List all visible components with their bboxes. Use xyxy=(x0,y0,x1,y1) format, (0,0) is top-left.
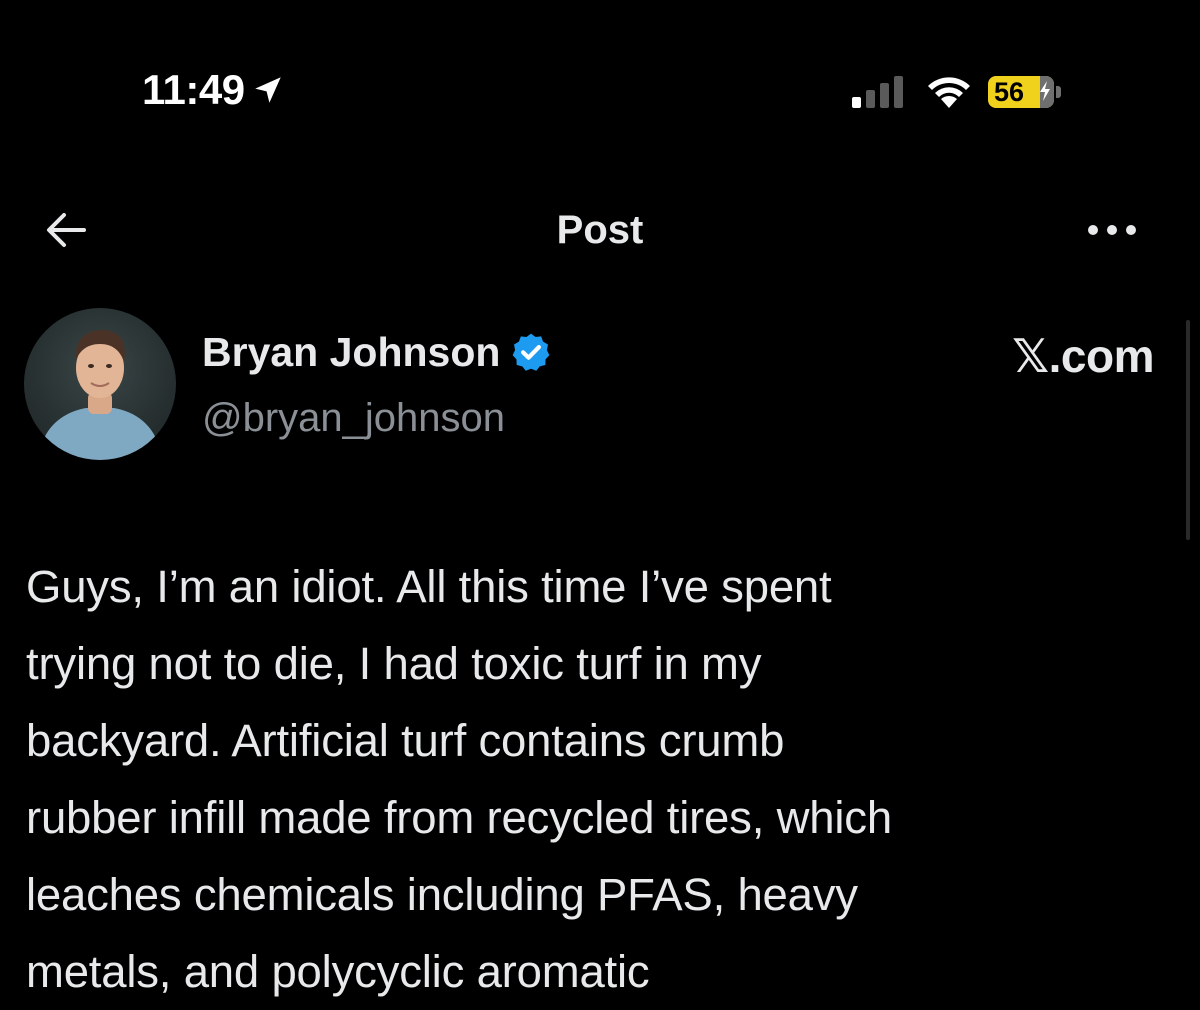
status-indicators: 56 xyxy=(850,74,1062,110)
charging-bolt-icon xyxy=(1040,81,1050,101)
status-time: 11:49 xyxy=(142,66,245,113)
location-arrow-icon xyxy=(254,77,281,103)
verified-badge-icon xyxy=(513,333,550,371)
avatar[interactable] xyxy=(24,308,176,460)
x-com-watermark: 𝕏.com xyxy=(1012,330,1154,382)
author-handle[interactable]: @bryan_johnson xyxy=(202,392,505,444)
more-horizontal-icon xyxy=(1088,225,1136,235)
author-display-name[interactable]: Bryan Johnson xyxy=(202,326,500,378)
battery-level: 56 xyxy=(994,77,1025,107)
post-author-row: Bryan Johnson @bryan_johnson 𝕏.com xyxy=(0,300,1200,470)
page-title: Post xyxy=(556,208,644,252)
status-time-group: 11:49 xyxy=(142,62,285,118)
battery-tip xyxy=(1056,86,1061,98)
battery-indicator: 56 xyxy=(988,75,1062,109)
scroll-indicator xyxy=(1186,320,1190,540)
user-avatar-icon xyxy=(24,308,176,460)
status-bar: 11:49 56 xyxy=(0,0,1200,180)
post-text: Guys, I’m an idiot. All this time I’ve s… xyxy=(26,561,892,997)
wifi-icon xyxy=(928,77,970,108)
author-name-group: Bryan Johnson xyxy=(202,326,552,378)
cellular-signal-icon xyxy=(852,76,903,108)
top-nav-bar: Post xyxy=(0,190,1200,270)
more-options-button[interactable] xyxy=(1080,208,1144,252)
